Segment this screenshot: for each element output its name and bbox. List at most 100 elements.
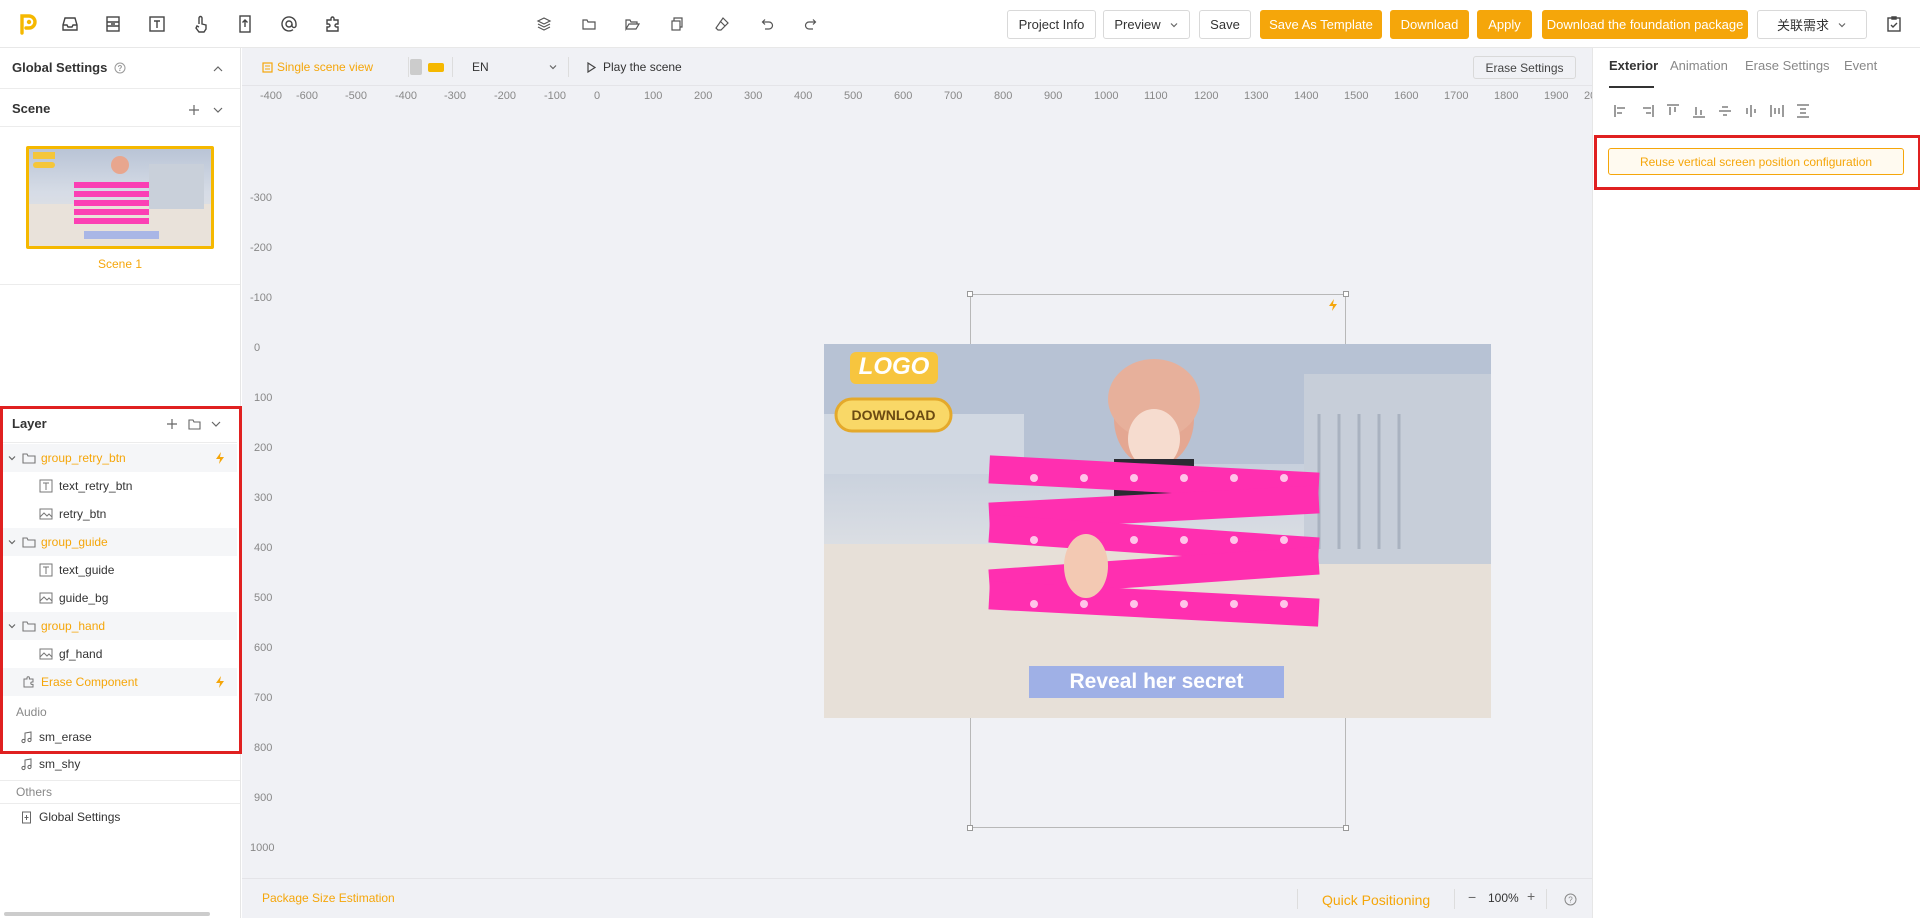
bg-color-swatch-gray[interactable] xyxy=(410,59,422,75)
scene-preview[interactable]: LOGO DOWNLOAD Reveal her secret xyxy=(824,344,1491,718)
plugin-icon[interactable] xyxy=(321,12,345,36)
layer-group-hand[interactable]: group_hand xyxy=(3,612,237,640)
horizontal-scrollbar[interactable] xyxy=(4,912,210,916)
copy-icon[interactable] xyxy=(667,14,687,34)
align-right-icon[interactable] xyxy=(1639,103,1655,119)
file-upload-icon[interactable] xyxy=(233,12,257,36)
distribute-vertical-icon[interactable] xyxy=(1795,103,1811,119)
tab-event[interactable]: Event xyxy=(1844,58,1877,73)
bg-color-swatch-yellow[interactable] xyxy=(428,63,444,72)
layer-text-retry-btn[interactable]: text_retry_btn xyxy=(3,472,237,500)
divider xyxy=(0,126,240,127)
undo-icon[interactable] xyxy=(757,14,777,34)
zoom-level: 100% xyxy=(1488,891,1519,905)
folder-icon[interactable] xyxy=(579,14,599,34)
preview-dropdown[interactable]: Preview xyxy=(1103,10,1190,39)
layer-gf-hand[interactable]: gf_hand xyxy=(3,640,237,668)
language-select[interactable]: EN xyxy=(472,60,558,74)
scene-thumbnail[interactable] xyxy=(26,146,214,249)
tab-erase-settings[interactable]: Erase Settings xyxy=(1745,58,1830,73)
inbox-icon[interactable] xyxy=(58,12,82,36)
ruler-tick-label: 200 xyxy=(254,442,273,454)
folder-open-icon[interactable] xyxy=(622,14,642,34)
layer-erase-component[interactable]: Erase Component xyxy=(3,668,237,696)
save-as-template-button[interactable]: Save As Template xyxy=(1260,10,1382,39)
divider xyxy=(3,442,237,443)
quick-positioning-button[interactable]: Quick Positioning xyxy=(1322,892,1430,908)
resize-handle[interactable] xyxy=(967,291,973,297)
add-scene-icon[interactable] xyxy=(188,104,200,116)
play-scene-label: Play the scene xyxy=(603,60,682,74)
chevron-down-icon[interactable] xyxy=(7,453,17,463)
layers-icon[interactable] xyxy=(534,14,554,34)
zoom-in-button[interactable]: + xyxy=(1527,888,1535,904)
layer-group-retry-btn[interactable]: group_retry_btn xyxy=(3,444,237,472)
chevron-down-icon[interactable] xyxy=(212,104,224,116)
layer-title: Layer xyxy=(12,416,47,431)
reuse-vertical-position-button[interactable]: Reuse vertical screen position configura… xyxy=(1608,148,1904,175)
align-horizontal-center-icon[interactable] xyxy=(1743,103,1759,119)
chevron-down-icon[interactable] xyxy=(210,418,222,430)
text-tool-icon[interactable] xyxy=(145,12,169,36)
checklist-icon[interactable] xyxy=(1882,12,1906,36)
ruler-tick-label: 1600 xyxy=(1394,90,1419,102)
resize-handle[interactable] xyxy=(967,825,973,831)
layer-guide-bg[interactable]: guide_bg xyxy=(3,584,237,612)
download-button[interactable]: Download xyxy=(1390,10,1469,39)
download-foundation-button[interactable]: Download the foundation package xyxy=(1542,10,1748,39)
divider xyxy=(0,780,240,781)
apply-button[interactable]: Apply xyxy=(1477,10,1532,39)
package-size-link[interactable]: Package Size Estimation xyxy=(262,891,395,905)
tab-exterior[interactable]: Exterior xyxy=(1609,58,1658,73)
global-settings-title: Global Settings ? xyxy=(12,60,126,75)
align-left-icon[interactable] xyxy=(1613,103,1629,119)
ruler-tick-label: -400 xyxy=(395,90,418,102)
at-sign-icon[interactable] xyxy=(277,12,301,36)
play-scene-button[interactable]: Play the scene xyxy=(586,60,682,74)
ruler-tick-label: 1000 xyxy=(250,842,275,854)
align-vertical-center-icon[interactable] xyxy=(1717,103,1733,119)
redo-icon[interactable] xyxy=(801,14,821,34)
link-demand-dropdown[interactable]: 关联需求 xyxy=(1757,10,1867,39)
zoom-out-button[interactable]: − xyxy=(1468,889,1476,905)
audio-item[interactable]: sm_shy xyxy=(20,754,80,774)
ruler-tick-label: -100 xyxy=(544,90,567,102)
resize-handle[interactable] xyxy=(1343,825,1349,831)
eraser-icon[interactable] xyxy=(712,14,732,34)
others-label: Global Settings xyxy=(39,810,121,824)
chevron-down-icon[interactable] xyxy=(7,621,17,631)
layer-group-guide[interactable]: group_guide xyxy=(3,528,237,556)
layer-label: group_guide xyxy=(41,535,108,549)
ruler-tick-label: -600 xyxy=(296,90,319,102)
divider xyxy=(1546,889,1547,909)
chevron-up-icon[interactable] xyxy=(212,63,224,75)
language-value: EN xyxy=(472,60,489,74)
layer-retry-btn[interactable]: retry_btn xyxy=(3,500,237,528)
divider xyxy=(452,57,453,77)
add-folder-icon[interactable] xyxy=(188,418,201,430)
project-info-button[interactable]: Project Info xyxy=(1007,10,1096,39)
ruler-tick-label: 1100 xyxy=(1144,90,1168,102)
distribute-horizontal-icon[interactable] xyxy=(1769,103,1785,119)
play-icon xyxy=(587,61,597,73)
ruler-tick-label: 1200 xyxy=(1194,90,1219,102)
help-icon[interactable]: ? xyxy=(114,62,126,74)
align-bottom-icon[interactable] xyxy=(1691,103,1707,119)
layer-text-guide[interactable]: text_guide xyxy=(3,556,237,584)
add-layer-icon[interactable] xyxy=(166,418,178,430)
resize-handle[interactable] xyxy=(1343,291,1349,297)
container-icon[interactable] xyxy=(101,12,125,36)
audio-item[interactable]: sm_erase xyxy=(20,727,92,747)
active-tab-indicator xyxy=(1609,86,1654,88)
divider xyxy=(1454,889,1455,909)
touch-icon[interactable] xyxy=(189,12,213,36)
chevron-down-icon[interactable] xyxy=(7,537,17,547)
erase-settings-button[interactable]: Erase Settings xyxy=(1473,56,1576,79)
single-scene-view-toggle[interactable]: Single scene view xyxy=(262,60,373,74)
tab-animation[interactable]: Animation xyxy=(1670,58,1728,73)
align-top-icon[interactable] xyxy=(1665,103,1681,119)
save-button[interactable]: Save xyxy=(1199,10,1251,39)
scene-label[interactable]: Scene 1 xyxy=(0,257,240,271)
others-global-settings[interactable]: Global Settings xyxy=(20,807,120,827)
help-icon[interactable]: ? xyxy=(1564,893,1577,906)
